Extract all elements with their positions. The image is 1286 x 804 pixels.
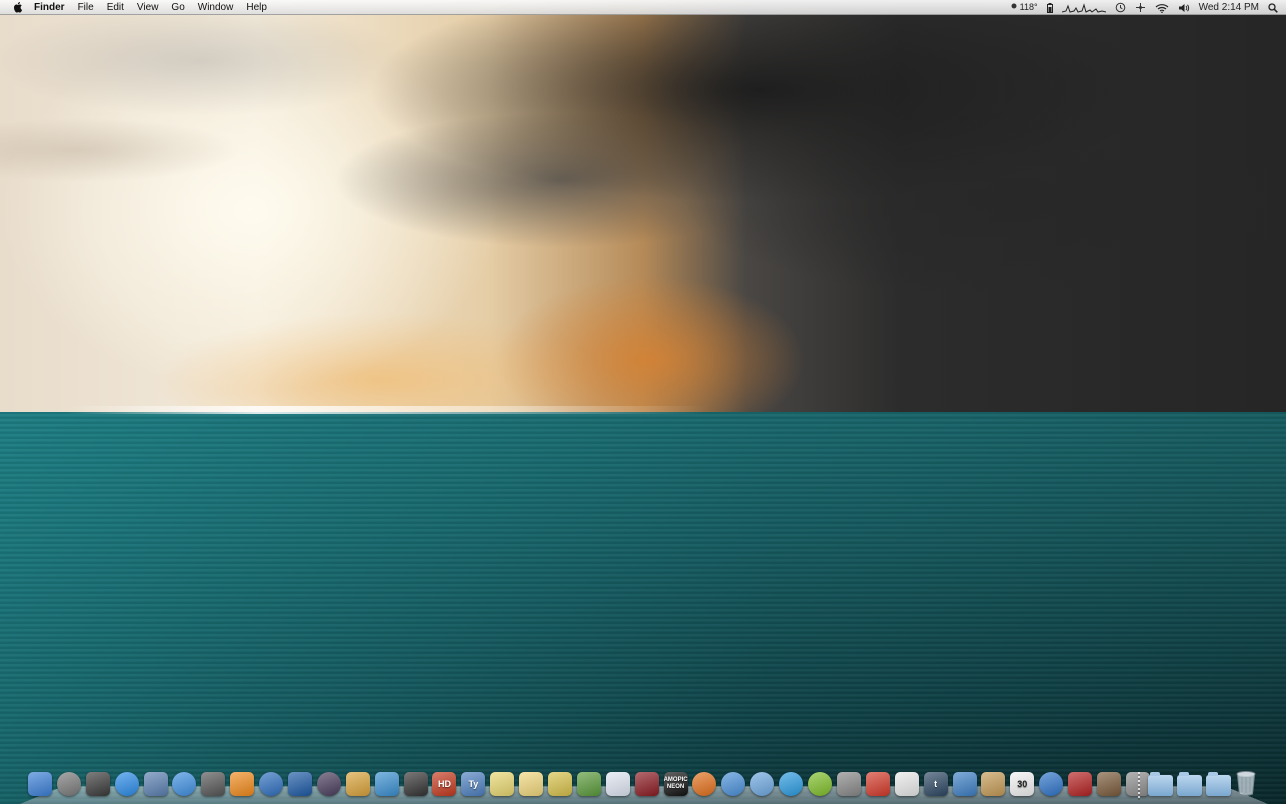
photo-booth-icon[interactable] [288,772,313,796]
downloader-icon[interactable] [374,772,399,796]
contacts-icon[interactable] [981,772,1006,796]
evernote-icon[interactable] [576,772,601,796]
finder-icon[interactable] [28,772,52,796]
documents-stack-icon[interactable] [1177,772,1202,796]
chrome-icon[interactable] [721,772,746,796]
dock: HD Ty AMOPIC NEON t 30 [20,766,1268,804]
cursor-icon[interactable] [605,772,630,796]
wallpaper-storm-clouds [0,0,1286,412]
tumblr-icon[interactable]: t [923,772,948,796]
launchpad-icon[interactable] [56,772,81,796]
activity-graph-icon[interactable] [1061,2,1106,13]
hd-wallpaper-icon[interactable]: HD [432,772,457,796]
menu-file[interactable]: File [78,0,94,15]
spotlight-search-icon[interactable] [1268,2,1278,13]
quicktime-icon[interactable] [259,772,284,796]
battery-meter-icon[interactable] [1046,2,1053,13]
status-menus: 118° Wed 2:14 PM [1001,0,1278,15]
dock-icon-label: HD [437,779,451,789]
apple-menu-icon[interactable] [12,1,24,13]
vlc-icon[interactable] [230,772,255,796]
stickies-icon[interactable] [490,772,515,796]
dock-icon-label: AMOPIC NEON [663,777,688,790]
typora-icon[interactable]: Ty [461,772,486,796]
mission-control-icon[interactable] [85,772,110,796]
bluetooth-icon[interactable] [1135,2,1146,13]
alfred-icon[interactable] [316,772,341,796]
weather-icon [1010,0,1018,15]
scanner-icon[interactable] [836,772,861,796]
photo-booth-alt-icon[interactable] [634,772,659,796]
safari-icon[interactable] [172,772,197,796]
wifi-icon[interactable] [1155,3,1169,13]
status-weather[interactable]: 118° [1010,0,1038,15]
menu-help[interactable]: Help [246,0,267,15]
volume-icon[interactable] [1178,3,1190,13]
music-icon[interactable] [1039,772,1064,796]
sync-icon[interactable] [779,772,804,796]
preview-icon[interactable] [143,772,168,796]
wallpaper-horizon-glow [0,406,1286,414]
dock-icon-label: t [934,779,938,789]
facetime-icon[interactable] [201,772,226,796]
spotify-icon[interactable] [808,772,833,796]
menu-edit[interactable]: Edit [107,0,124,15]
paint-icon[interactable] [345,772,370,796]
menu-go[interactable]: Go [171,0,184,15]
desktop[interactable]: Finder File Edit View Go Window Help 118… [0,0,1286,804]
notes-icon[interactable] [519,772,544,796]
applications-stack-icon[interactable] [1148,772,1173,796]
temperature-readout: 118° [1019,2,1038,12]
dock-stacks [1148,766,1257,796]
downloads-stack-icon[interactable] [1206,772,1231,796]
menu-window[interactable]: Window [198,0,234,15]
iphoto-icon[interactable] [1096,772,1121,796]
firefox-icon[interactable] [692,772,717,796]
calendar-icon[interactable]: 30 [1010,772,1035,796]
dock-separator [1138,772,1140,800]
app-store-icon[interactable] [114,772,139,796]
dock-icon-label: Ty [468,779,479,789]
amopic-neon-icon[interactable]: AMOPIC NEON [663,772,688,796]
time-machine-icon[interactable] [1115,2,1126,13]
radio-icon[interactable] [403,772,428,796]
twitter-icon[interactable] [952,772,977,796]
trash-icon[interactable] [1235,770,1257,796]
wallpaper-sea [0,412,1286,804]
menu-app-finder[interactable]: Finder [34,0,65,15]
dock-icon-label: 30 [1017,779,1028,789]
notepad-icon[interactable] [548,772,573,796]
photo-album-icon[interactable] [1068,772,1093,796]
menu-view[interactable]: View [137,0,159,15]
network-icon[interactable] [865,772,890,796]
dock-app-list: HD Ty AMOPIC NEON t 30 [28,766,1155,796]
itunes-play-icon[interactable] [750,772,775,796]
coffee-icon[interactable] [894,772,919,796]
menu-bar: Finder File Edit View Go Window Help 118… [0,0,1286,15]
menu-clock[interactable]: Wed 2:14 PM [1199,0,1259,15]
